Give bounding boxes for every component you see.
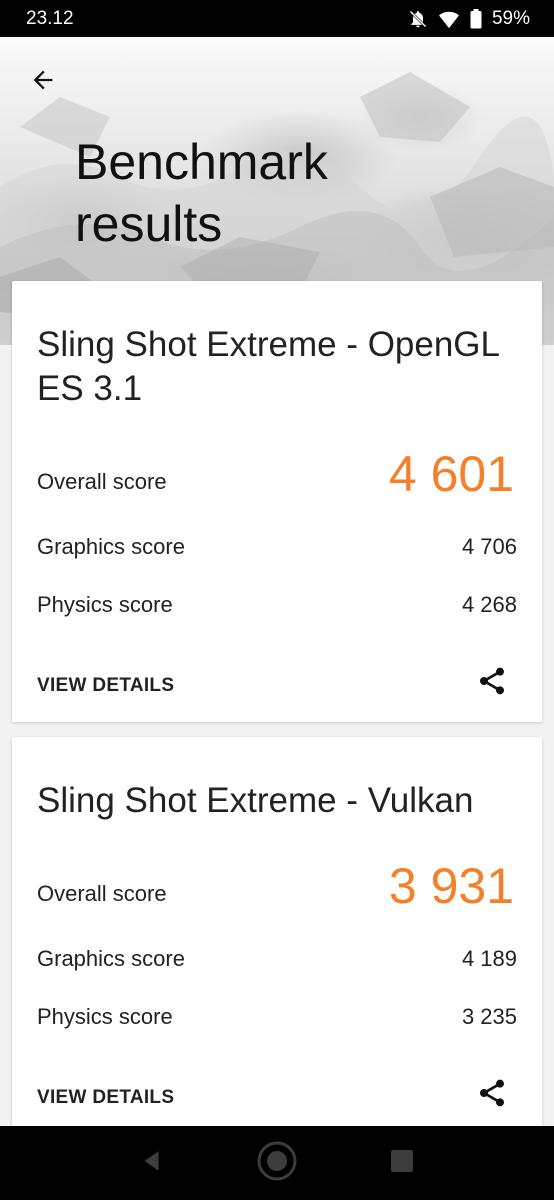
overall-score-label: Overall score: [37, 881, 167, 906]
nav-recents-icon: [390, 1149, 414, 1178]
nav-recents-button[interactable]: [377, 1138, 427, 1188]
share-icon: [476, 665, 508, 702]
physics-score-value: 3 235: [461, 1004, 517, 1029]
physics-score-label: Physics score: [37, 1004, 173, 1029]
notifications-off-icon: [408, 9, 428, 29]
back-button[interactable]: [22, 61, 64, 103]
view-details-button[interactable]: VIEW DETAILS: [37, 675, 174, 697]
result-card: Sling Shot Extreme - Vulkan Overall scor…: [12, 737, 542, 1157]
result-card: Sling Shot Extreme - OpenGL ES 3.1 Overa…: [12, 281, 542, 722]
physics-score-value: 4 268: [461, 592, 517, 617]
battery-icon: [470, 8, 482, 29]
physics-score-label: Physics score: [37, 592, 173, 617]
graphics-score-label: Graphics score: [37, 946, 185, 971]
graphics-score-value: 4 706: [461, 534, 517, 559]
overall-score-value: 3 931: [388, 858, 514, 914]
wifi-icon: [438, 9, 460, 29]
nav-back-icon: [139, 1148, 165, 1179]
graphics-score-value: 4 189: [461, 946, 517, 971]
status-time: 23.12: [26, 7, 74, 29]
page-title: Benchmark results: [75, 134, 328, 252]
share-button[interactable]: [474, 665, 510, 701]
nav-home-button[interactable]: [252, 1138, 302, 1188]
share-icon: [476, 1077, 508, 1114]
benchmark-title: Sling Shot Extreme - OpenGL ES 3.1: [37, 325, 499, 408]
nav-home-icon: [256, 1140, 298, 1187]
navigation-bar: [0, 1126, 554, 1200]
overall-score-value: 4 601: [388, 446, 514, 502]
view-details-button[interactable]: VIEW DETAILS: [37, 1087, 174, 1109]
overall-score-label: Overall score: [37, 469, 167, 494]
nav-back-button[interactable]: [127, 1138, 177, 1188]
status-bar: 23.12 59%: [0, 0, 554, 37]
graphics-score-label: Graphics score: [37, 534, 185, 559]
battery-percent: 59%: [491, 7, 530, 29]
status-icons: 59%: [408, 8, 530, 30]
share-button[interactable]: [474, 1077, 510, 1113]
benchmark-title: Sling Shot Extreme - Vulkan: [37, 781, 474, 820]
arrow-back-icon: [29, 66, 57, 99]
